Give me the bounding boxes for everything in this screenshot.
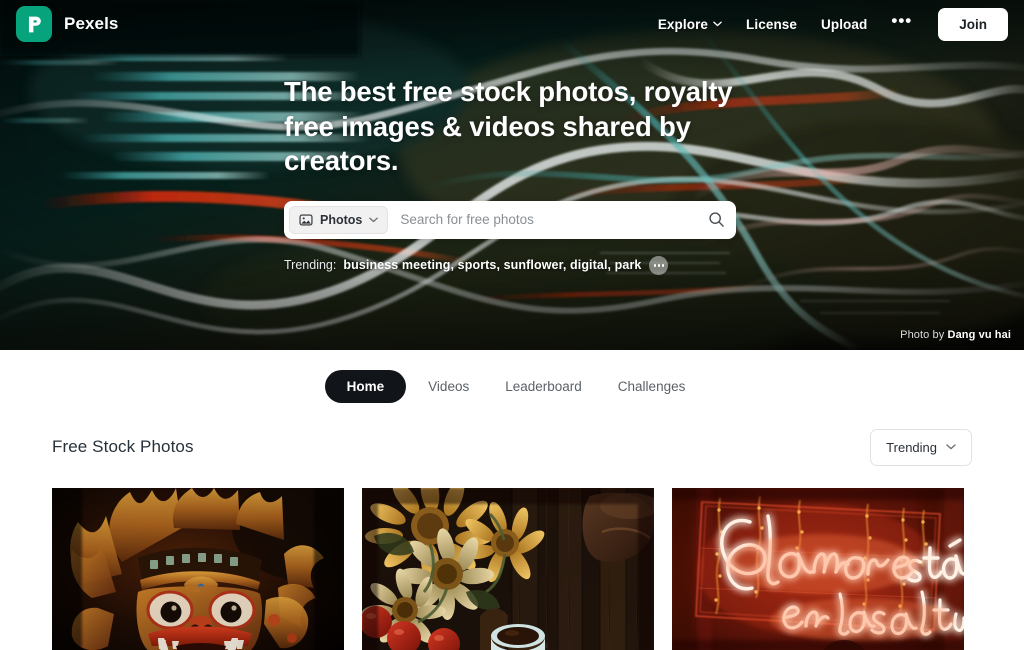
tab-home[interactable]: Home <box>324 369 407 403</box>
ellipsis-dot <box>661 264 665 267</box>
page-title: The best free stock photos, royalty free… <box>284 76 733 177</box>
join-button[interactable]: Join <box>938 7 1008 41</box>
search-icon <box>708 212 724 228</box>
hero-content: The best free stock photos, royalty free… <box>0 0 1024 350</box>
sort-dropdown[interactable]: Trending <box>870 428 972 466</box>
ellipsis-dot <box>653 264 657 267</box>
nav-links: Explore License Upload ••• Join <box>658 7 1008 41</box>
trending-terms[interactable]: business meeting, sports, sunflower, dig… <box>343 258 641 272</box>
tab-leaderboard[interactable]: Leaderboard <box>491 370 596 403</box>
pexels-p-logo-icon <box>16 6 52 42</box>
trending-row: Trending: business meeting, sports, sunf… <box>284 255 864 275</box>
sort-dropdown-label: Trending <box>886 439 937 455</box>
chevron-down-icon <box>369 217 379 223</box>
search-bar: Photos <box>284 200 736 239</box>
chevron-down-icon <box>713 21 722 27</box>
photo-card-sunflowers-coffee-still-life[interactable] <box>362 488 654 650</box>
nav-link-explore-label: Explore <box>657 16 709 32</box>
section-title: Free Stock Photos <box>52 437 194 456</box>
nav-link-upload[interactable]: Upload <box>821 17 867 32</box>
tab-challenges[interactable]: Challenges <box>604 370 700 403</box>
image-icon <box>299 214 313 226</box>
brand-name: Pexels <box>64 14 119 33</box>
top-navigation: Pexels Explore License Upload ••• Join <box>0 0 1024 48</box>
photo-card-neon-sign-el-amor[interactable] <box>672 488 964 650</box>
photo-credit: Photo by Dang vu hai <box>900 329 1011 341</box>
chevron-down-icon <box>946 444 956 450</box>
search-submit-button[interactable] <box>700 204 732 236</box>
nav-link-explore[interactable]: Explore <box>658 17 722 32</box>
trending-label: Trending: <box>284 258 337 273</box>
ellipsis-icon[interactable]: ••• <box>891 12 912 31</box>
trending-more-button[interactable] <box>649 255 669 275</box>
search-type-dropdown[interactable]: Photos <box>289 205 389 234</box>
section-tabs: Home Videos Leaderboard Challenges <box>0 350 1024 422</box>
section-header: Free Stock Photos Trending <box>0 422 1024 472</box>
photo-credit-author[interactable]: Dang vu hai <box>948 329 1011 341</box>
nav-link-license[interactable]: License <box>746 17 797 32</box>
photo-card-balinese-barong-mask[interactable] <box>52 488 344 650</box>
nav-link-license-label: License <box>746 16 798 32</box>
photo-credit-prefix: Photo by <box>900 329 945 341</box>
nav-link-upload-label: Upload <box>821 16 868 32</box>
tab-videos[interactable]: Videos <box>414 370 483 403</box>
photo-grid <box>0 488 1024 650</box>
search-input[interactable] <box>388 212 700 228</box>
hero-banner: Pexels Explore License Upload ••• Join T… <box>0 0 1024 350</box>
search-type-label: Photos <box>320 212 363 227</box>
brand-home-link[interactable]: Pexels <box>16 6 118 42</box>
ellipsis-dot <box>657 264 661 267</box>
